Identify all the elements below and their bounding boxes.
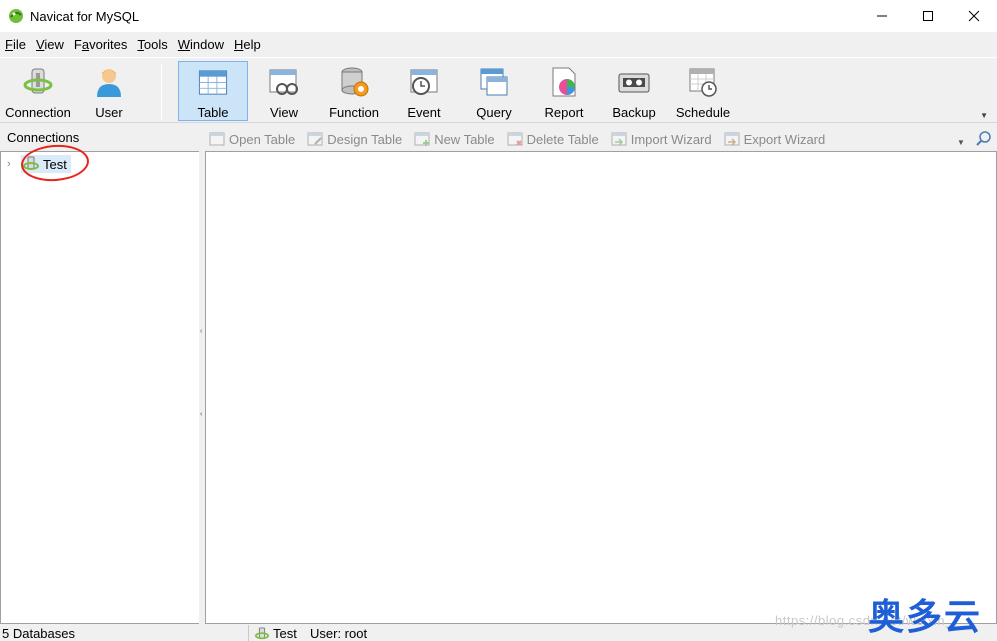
event-label: Event [407, 105, 441, 120]
view-icon [269, 69, 298, 95]
menu-bar: File View Favorites Tools Window Help [0, 34, 266, 54]
user-button[interactable]: User [78, 61, 140, 121]
close-icon [968, 10, 980, 22]
import-wizard-icon [611, 132, 627, 146]
event-icon [410, 69, 438, 95]
open-table-button[interactable]: Open Table [205, 131, 295, 147]
user-icon [97, 69, 121, 97]
connection-icon [23, 68, 53, 94]
menu-favorites[interactable]: Favorites [69, 37, 132, 52]
new-table-icon [414, 132, 430, 146]
status-divider [248, 625, 249, 641]
status-connection: Test [255, 626, 297, 641]
function-label: Function [329, 105, 379, 120]
import-wizard-button[interactable]: Import Wizard [607, 131, 712, 147]
report-label: Report [544, 105, 584, 120]
schedule-icon [689, 68, 717, 97]
delete-table-button[interactable]: Delete Table [503, 131, 599, 147]
query-label: Query [476, 105, 512, 120]
schedule-label: Schedule [675, 105, 731, 120]
connection-label: Connection [5, 105, 71, 120]
maximize-button[interactable] [905, 0, 951, 32]
view-label: View [270, 105, 298, 120]
table-button[interactable]: Table [178, 61, 248, 121]
toolbar-overflow-icon[interactable]: ▼ [980, 111, 988, 120]
connections-panel: › Test [0, 151, 200, 624]
design-table-icon [307, 132, 323, 146]
open-table-icon [209, 132, 225, 146]
mysql-connection-icon [255, 627, 269, 640]
minimize-icon [877, 15, 887, 17]
connection-button[interactable]: Connection [2, 61, 74, 121]
minimize-button[interactable] [859, 0, 905, 32]
function-button[interactable]: Function [323, 61, 385, 121]
toolbar-separator [161, 64, 162, 120]
export-wizard-icon [724, 132, 740, 146]
status-user: User: root [310, 626, 368, 641]
new-table-button[interactable]: New Table [410, 131, 495, 147]
close-button[interactable] [951, 0, 997, 32]
title-bar: Navicat for MySQL [0, 0, 997, 32]
table-label: Table [197, 105, 229, 120]
collapse-left-icon-2[interactable]: ‹ [200, 410, 204, 420]
menu-window[interactable]: Window [173, 37, 229, 52]
export-wizard-button[interactable]: Export Wizard [720, 131, 825, 147]
watermark-brand: 奥多云 [868, 597, 983, 638]
backup-label: Backup [612, 105, 656, 120]
report-icon [552, 67, 576, 97]
user-label: User [95, 105, 123, 120]
object-toolbar-overflow-icon[interactable]: ▼ [957, 138, 965, 147]
main-toolbar: Connection User Table View Function Even… [0, 57, 997, 123]
report-button[interactable]: Report [533, 61, 595, 121]
database-count: 5 Databases [2, 626, 75, 641]
backup-icon [618, 73, 650, 93]
schedule-button[interactable]: Schedule [672, 61, 734, 121]
object-toolbar: Open Table Design Table New Table Delete… [205, 128, 997, 150]
design-table-button[interactable]: Design Table [303, 131, 402, 147]
menu-help[interactable]: Help [229, 37, 266, 52]
maximize-icon [923, 11, 933, 21]
collapse-left-icon[interactable]: ‹ [200, 327, 204, 337]
function-icon [341, 67, 369, 97]
event-button[interactable]: Event [393, 61, 455, 121]
menu-view[interactable]: View [31, 37, 69, 52]
menu-tools[interactable]: Tools [132, 37, 172, 52]
delete-table-icon [507, 132, 523, 146]
connections-header: Connections [7, 130, 80, 145]
view-button[interactable]: View [253, 61, 315, 121]
navicat-logo-icon [9, 9, 23, 23]
chevron-right-icon[interactable]: › [7, 158, 17, 170]
window-title: Navicat for MySQL [30, 8, 140, 24]
table-icon [198, 70, 228, 95]
menu-file[interactable]: File [0, 37, 31, 52]
query-button[interactable]: Query [463, 61, 525, 121]
objects-panel [205, 151, 997, 624]
query-icon [480, 68, 508, 96]
backup-button[interactable]: Backup [603, 61, 665, 121]
search-icon[interactable] [975, 130, 993, 148]
